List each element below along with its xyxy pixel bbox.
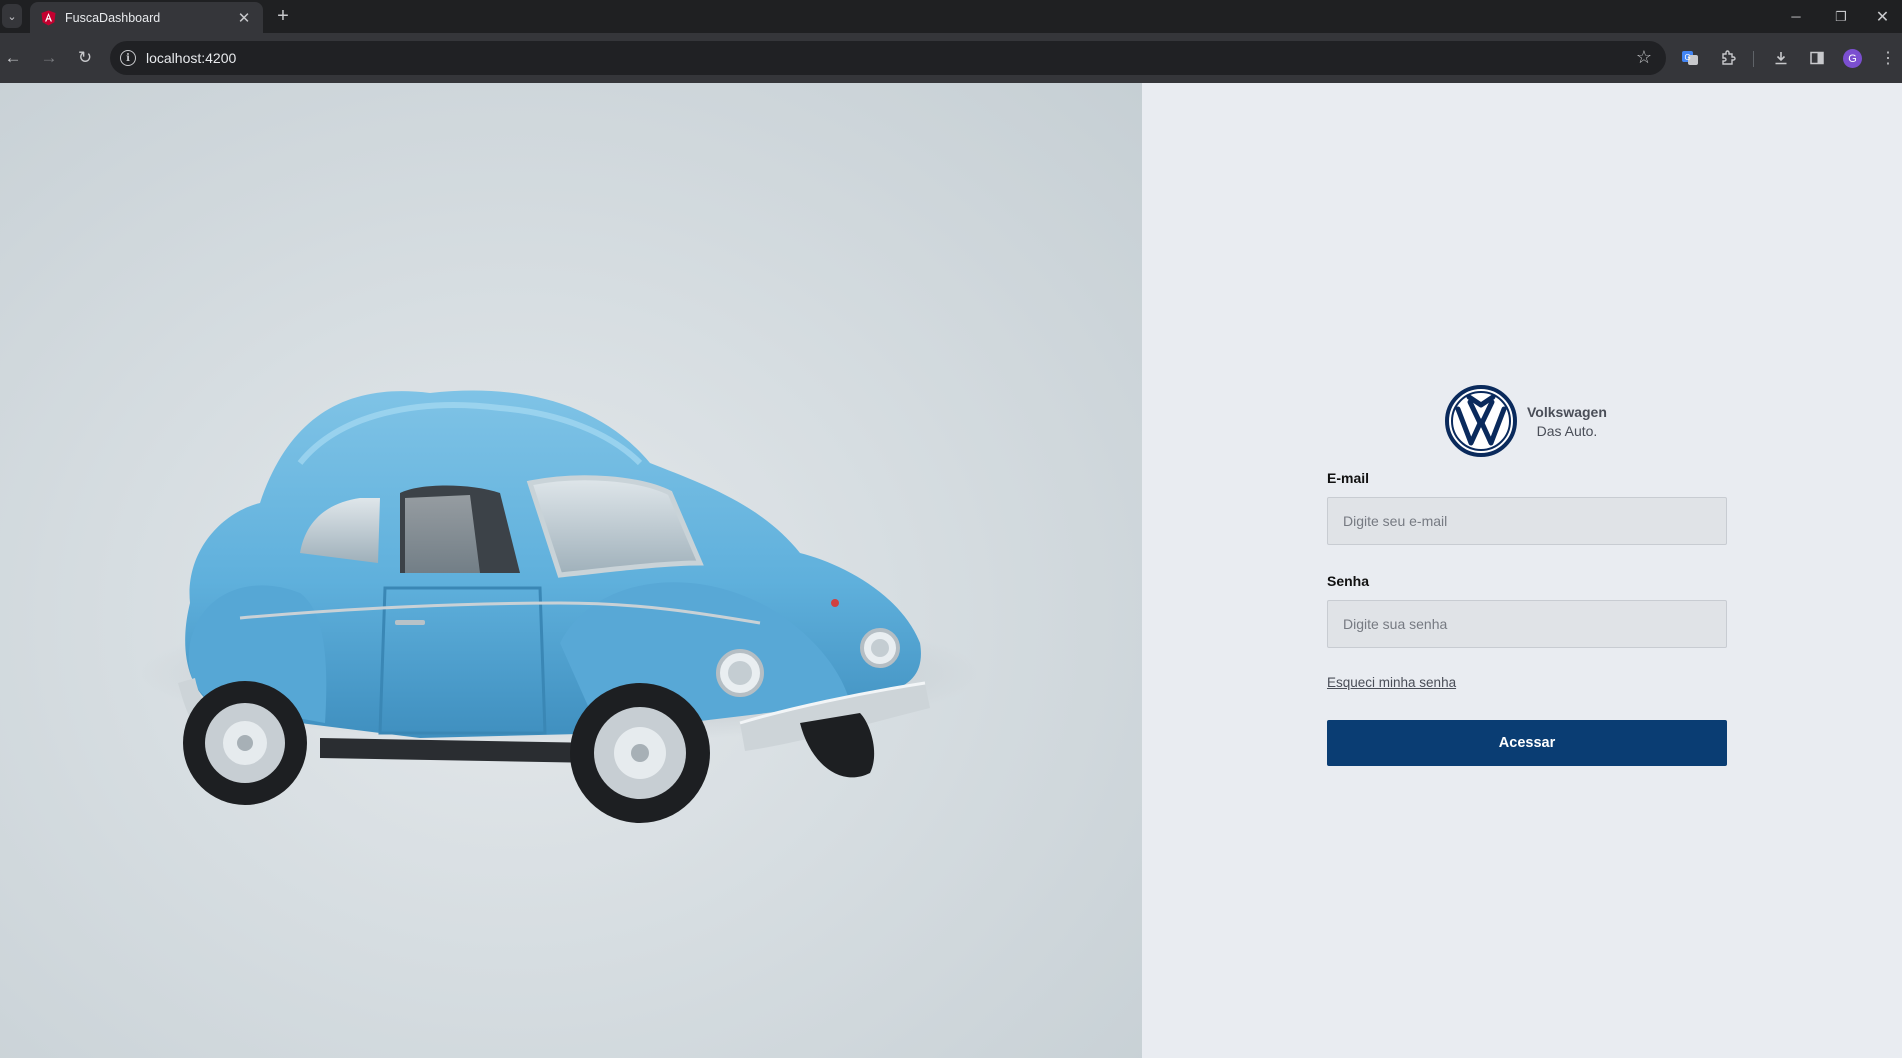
close-icon[interactable]: ✕ <box>235 9 253 27</box>
email-field[interactable] <box>1327 497 1727 545</box>
browser-tab[interactable]: FuscaDashboard ✕ <box>30 2 263 33</box>
tab-title: FuscaDashboard <box>65 10 161 25</box>
email-label: E-mail <box>1327 470 1370 486</box>
avatar[interactable]: G <box>1843 49 1862 68</box>
forgot-password-link[interactable]: Esqueci minha senha <box>1327 675 1456 690</box>
arrow-left-icon[interactable]: ← <box>1 46 25 70</box>
brand-name: Volkswagen <box>1527 403 1607 420</box>
address-bar[interactable]: i localhost:4200 ☆ <box>110 41 1666 75</box>
volkswagen-logo <box>1445 385 1517 457</box>
kebab-menu-icon[interactable]: ⋮ <box>1876 46 1900 70</box>
login-panel <box>1142 83 1902 1058</box>
puzzle-icon[interactable] <box>1716 46 1740 70</box>
browser-toolbar: ← → ↻ i localhost:4200 ☆ G G ⋮ <box>0 33 1902 83</box>
beetle-car-illustration <box>140 390 980 823</box>
toolbar-divider <box>1753 51 1754 67</box>
restore-icon[interactable]: ❐ <box>1818 0 1864 33</box>
plus-icon[interactable]: + <box>272 5 294 27</box>
brand-text: Volkswagen Das Auto. <box>1527 404 1607 439</box>
login-submit-button[interactable]: Acessar <box>1327 720 1727 766</box>
password-label: Senha <box>1327 573 1370 589</box>
reload-icon[interactable]: ↻ <box>73 46 97 70</box>
info-icon[interactable]: i <box>120 50 136 66</box>
minimize-icon[interactable]: ─ <box>1773 0 1819 33</box>
translate-icon[interactable]: G <box>1678 46 1702 70</box>
download-icon[interactable] <box>1769 46 1793 70</box>
chevron-down-icon[interactable]: ⌄ <box>2 4 22 28</box>
side-panel-icon[interactable] <box>1805 46 1829 70</box>
svg-text:G: G <box>1685 53 1691 62</box>
close-window-icon[interactable]: ✕ <box>1863 0 1902 33</box>
page-content: Volkswagen Das Auto. E-mail Senha Esquec… <box>0 83 1902 1058</box>
browser-tab-strip: ⌄ FuscaDashboard ✕ + ─ ❐ ✕ <box>0 0 1902 33</box>
arrow-right-icon[interactable]: → <box>37 46 61 70</box>
password-field[interactable] <box>1327 600 1727 648</box>
brand-slogan: Das Auto. <box>1536 422 1598 439</box>
brand-header: Volkswagen Das Auto. <box>1445 385 1607 457</box>
hero-image <box>0 83 1142 1058</box>
angular-icon <box>40 10 56 26</box>
url-text: localhost:4200 <box>146 50 237 66</box>
star-icon[interactable]: ☆ <box>1636 47 1652 68</box>
